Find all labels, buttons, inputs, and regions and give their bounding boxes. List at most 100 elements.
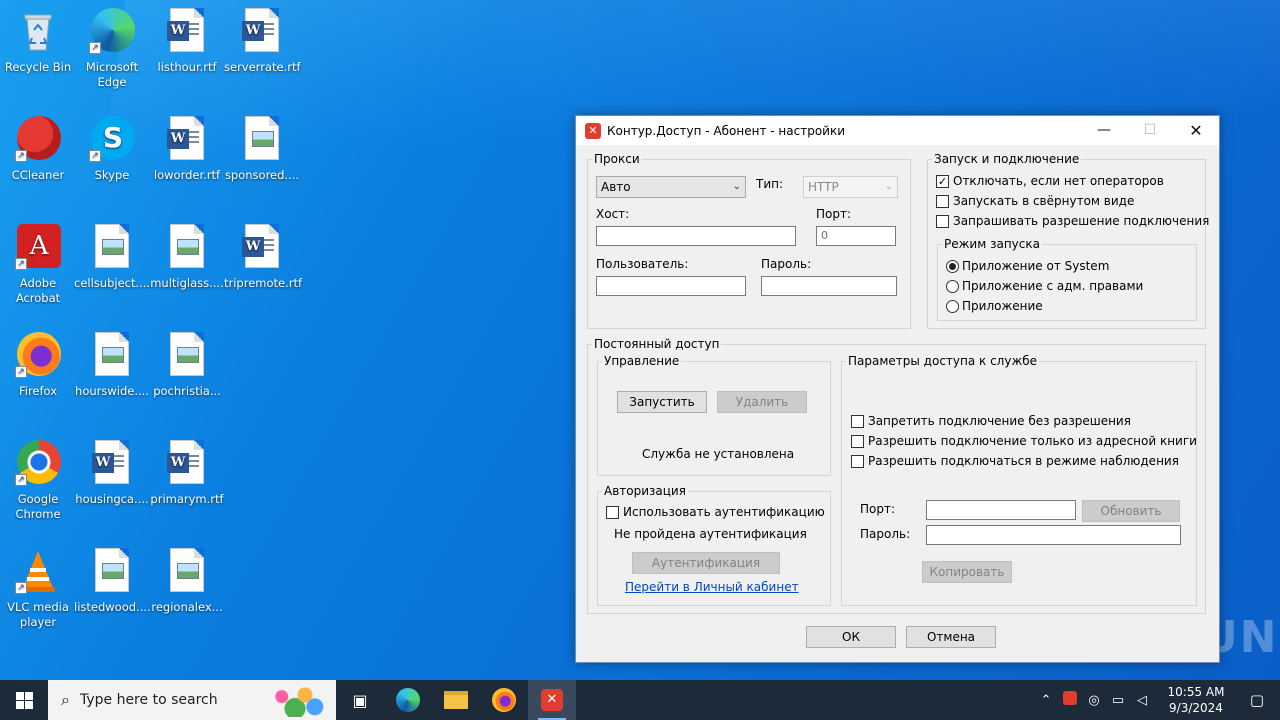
type-label: Тип:	[756, 177, 784, 191]
maximize-button[interactable]: ☐	[1127, 116, 1173, 145]
authenticate-button[interactable]: Аутентификация	[632, 552, 780, 574]
desktop-icon-hourswide[interactable]: hourswide....	[74, 332, 150, 399]
clock[interactable]: 10:55 AM 9/3/2024	[1158, 684, 1234, 716]
desktop-icon-tripremote[interactable]: W tripremote.rtf	[224, 224, 303, 291]
desktop-icon-listedwood[interactable]: listedwood....	[74, 548, 151, 615]
icon-label: cellsubject....	[74, 276, 151, 290]
skype-icon: S ↗	[89, 116, 135, 164]
checkbox-label: Разрешить подключаться в режиме наблюден…	[868, 454, 1179, 468]
observation-mode-checkbox[interactable]: Разрешить подключаться в режиме наблюден…	[851, 454, 1179, 468]
ok-button[interactable]: ОК	[806, 626, 896, 648]
proxy-password-label: Пароль:	[761, 257, 812, 271]
proxy-mode-select[interactable]: Авто ⌄	[596, 176, 746, 198]
desktop-icon-primarym[interactable]: W primarym.rtf	[149, 440, 225, 507]
image-file-icon	[164, 548, 210, 596]
clock-time: 10:55 AM	[1167, 685, 1225, 699]
settings-dialog: ✕ Контур.Доступ - Абонент - настройки — …	[575, 115, 1220, 663]
vlc-icon: ↗	[15, 548, 61, 596]
desktop-icon-sponsored[interactable]: sponsored....	[224, 116, 300, 183]
desktop-icon-skype[interactable]: S ↗ Skype	[74, 116, 150, 183]
icon-label: Google Chrome	[15, 492, 61, 521]
icon-label: regionalex...	[151, 600, 223, 614]
network-icon[interactable]: ▭	[1106, 693, 1130, 708]
desktop-icon-housingca[interactable]: W housingca....	[74, 440, 150, 507]
host-field[interactable]	[596, 226, 796, 246]
image-file-icon	[89, 332, 135, 380]
chevron-up-icon[interactable]: ⌃	[1034, 693, 1058, 708]
dialog-titlebar[interactable]: ✕ Контур.Доступ - Абонент - настройки — …	[576, 116, 1219, 145]
desktop-icon-regionalex[interactable]: regionalex...	[149, 548, 225, 615]
proxy-port-field[interactable]: 0	[816, 226, 896, 246]
desktop-icon-adobe-acrobat[interactable]: A ↗ Adobe Acrobat	[0, 224, 76, 306]
copy-button[interactable]: Копировать	[922, 561, 1012, 583]
minimize-button[interactable]: —	[1081, 116, 1127, 145]
permanent-access-legend: Постоянный доступ	[594, 337, 720, 351]
service-password-field[interactable]	[926, 525, 1181, 545]
kontur-tray-icon[interactable]	[1058, 691, 1082, 709]
desktop-icon-serverrate[interactable]: W serverrate.rtf	[224, 8, 301, 75]
kontur-app-icon: ✕	[585, 122, 601, 139]
ask-permission-checkbox[interactable]: Запрашивать разрешение подключения	[936, 214, 1209, 228]
start-service-button[interactable]: Запустить	[617, 391, 707, 413]
launch-mode-legend: Режим запуска	[944, 237, 1040, 251]
desktop-icon-loworder[interactable]: W loworder.rtf	[149, 116, 225, 183]
clock-date: 9/3/2024	[1169, 701, 1223, 715]
file-explorer-icon[interactable]	[432, 680, 480, 720]
desktop-icon-ccleaner[interactable]: ↗ CCleaner	[0, 116, 76, 183]
desktop-icon-vlc[interactable]: ↗ VLC media player	[0, 548, 76, 630]
use-auth-checkbox[interactable]: Использовать аутентификацию	[606, 505, 825, 519]
start-minimized-checkbox[interactable]: Запускать в свёрнутом виде	[936, 194, 1134, 208]
desktop-icon-cellsubject[interactable]: cellsubject....	[74, 224, 150, 291]
notifications-icon[interactable]: ▢	[1234, 691, 1280, 709]
desktop-icon-listhour[interactable]: W listhour.rtf	[149, 8, 225, 75]
address-book-only-checkbox[interactable]: Разрешить подключение только из адресной…	[851, 434, 1197, 448]
proxy-type-select: HTTP ⌄	[803, 176, 898, 198]
icon-label: CCleaner	[11, 168, 65, 182]
start-button[interactable]	[0, 680, 48, 720]
volume-icon[interactable]: ◁	[1130, 693, 1154, 708]
desktop-icon-firefox[interactable]: ↗ Firefox	[0, 332, 76, 399]
icon-label: listhour.rtf	[157, 60, 217, 74]
taskbar-search-box[interactable]: ⌕ Type here to search	[48, 680, 336, 720]
search-placeholder: Type here to search	[79, 692, 218, 708]
desktop-icon-recycle-bin[interactable]: Recycle Bin	[0, 8, 76, 75]
checkbox-label: Запрашивать разрешение подключения	[953, 214, 1210, 228]
service-port-field[interactable]	[926, 500, 1076, 520]
deny-without-permission-checkbox[interactable]: Запретить подключение без разрешения	[851, 414, 1131, 428]
icon-label: serverrate.rtf	[224, 60, 301, 74]
chrome-icon: ↗	[15, 440, 61, 488]
user-field[interactable]	[596, 276, 746, 296]
desktop-icon-multiglass[interactable]: multiglass....	[149, 224, 225, 291]
kontur-taskbar-icon[interactable]: ✕	[528, 680, 576, 720]
cancel-button[interactable]: Отмена	[906, 626, 996, 648]
meet-now-icon[interactable]: ◎	[1082, 693, 1106, 708]
desktop-icon-microsoft-edge[interactable]: ↗ Microsoft Edge	[74, 8, 150, 90]
icon-label: Skype	[94, 168, 130, 182]
disconnect-no-operators-checkbox[interactable]: ✓ Отключать, если нет операторов	[936, 174, 1164, 188]
desktop-icon-google-chrome[interactable]: ↗ Google Chrome	[0, 440, 76, 522]
desktop-icon-pochristia[interactable]: pochristia...	[149, 332, 225, 399]
service-status: Служба не установлена	[642, 447, 795, 461]
icon-label: pochristia...	[153, 384, 221, 398]
close-button[interactable]: ✕	[1173, 116, 1219, 145]
authorization-legend: Авторизация	[604, 484, 686, 498]
proxy-password-field[interactable]	[761, 276, 897, 296]
service-params-legend: Параметры доступа к службе	[848, 354, 1038, 368]
mode-admin-radio[interactable]: Приложение с адм. правами	[946, 279, 1143, 293]
windows-logo-icon	[15, 691, 33, 709]
edge-taskbar-icon[interactable]	[384, 680, 432, 720]
delete-service-button[interactable]: Удалить	[717, 391, 807, 413]
word-doc-icon: W	[239, 8, 285, 56]
mode-system-radio[interactable]: Приложение от System	[946, 259, 1109, 273]
personal-cabinet-link[interactable]: Перейти в Личный кабинет	[625, 580, 799, 594]
icon-label: tripremote.rtf	[224, 276, 303, 290]
firefox-taskbar-icon[interactable]	[480, 680, 528, 720]
icon-label: listedwood....	[74, 600, 151, 614]
mode-app-radio[interactable]: Приложение	[946, 299, 1043, 313]
icon-label: Microsoft Edge	[85, 60, 139, 89]
icon-label: primarym.rtf	[150, 492, 224, 506]
update-button[interactable]: Обновить	[1082, 500, 1180, 522]
checkbox-label: Запускать в свёрнутом виде	[953, 194, 1135, 208]
task-view-icon[interactable]: ▣	[336, 680, 384, 720]
proxy-mode-value: Авто	[601, 180, 631, 194]
